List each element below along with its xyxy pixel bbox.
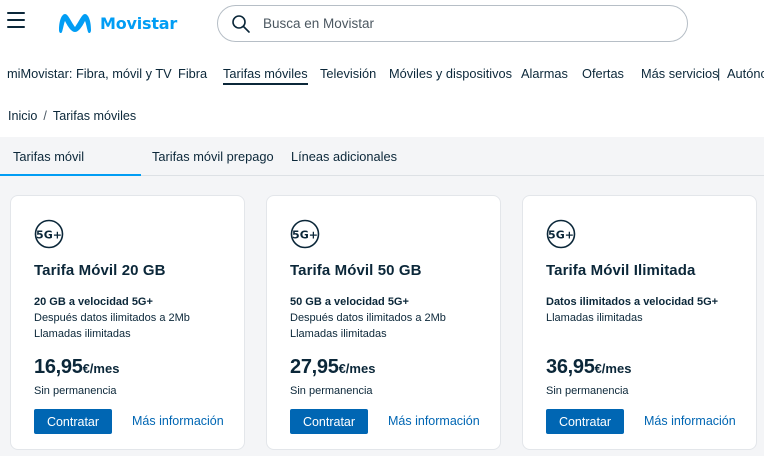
5g-plus-icon: 5G+ <box>34 219 64 249</box>
movistar-m-icon <box>59 14 91 34</box>
plan-feature: Llamadas ilimitadas <box>34 328 131 340</box>
search-icon[interactable] <box>231 14 251 34</box>
plan-feature: Después datos ilimitados a 2Mb <box>290 312 446 324</box>
plan-permanence: Sin permanencia <box>546 385 629 397</box>
breadcrumb-inicio[interactable]: Inicio <box>8 109 37 123</box>
tab-label: Tarifas móvil prepago <box>152 149 274 164</box>
plan-feature: 20 GB a velocidad 5G+ <box>34 296 153 308</box>
price-unit: €/mes <box>82 361 120 376</box>
nav-item-autonomos[interactable]: Autónc <box>727 66 764 81</box>
badge-label: 5G+ <box>36 229 62 242</box>
plan-title: Tarifa Móvil Ilimitada <box>546 262 696 279</box>
tab-lineas-adicionales[interactable]: Líneas adicionales <box>291 137 397 176</box>
price-unit: €/mes <box>338 361 376 376</box>
5g-plus-icon: 5G+ <box>546 219 576 249</box>
movistar-logo[interactable]: Movistar <box>56 9 177 37</box>
plan-feature: Datos ilimitados a velocidad 5G+ <box>546 296 719 308</box>
plan-features: Datos ilimitados a velocidad 5G+ Llamada… <box>546 294 718 326</box>
tab-movil-contrato[interactable]: Tarifas móvil contrato <box>0 137 141 203</box>
price-amount: 16,95 <box>34 356 83 378</box>
contratar-button[interactable]: Contratar <box>34 409 112 434</box>
nav-item-mimovistar[interactable]: miMovistar: Fibra, móvil y TV <box>7 66 172 81</box>
brand-name: Movistar <box>100 13 178 33</box>
plan-tabs: Tarifas móvil contrato Tarifas móvil pre… <box>0 137 764 203</box>
nav-item-ofertas[interactable]: Ofertas <box>582 66 624 81</box>
search-input[interactable] <box>263 16 643 31</box>
5g-plus-icon: 5G+ <box>290 219 320 249</box>
badge-label: 5G+ <box>548 229 574 242</box>
plan-title: Tarifa Móvil 50 GB <box>290 262 422 279</box>
nav-item-alarmas[interactable]: Alarmas <box>521 66 568 81</box>
nav-item-tarifas-moviles[interactable]: Tarifas móviles <box>223 66 308 85</box>
mas-informacion-link[interactable]: Más información <box>388 414 480 428</box>
badge-label: 5G+ <box>292 229 318 242</box>
contratar-button[interactable]: Contratar <box>290 409 368 434</box>
nav-item-television[interactable]: Televisión <box>320 66 376 81</box>
menu-icon[interactable] <box>7 12 25 28</box>
main-nav: miMovistar: Fibra, móvil y TV Fibra Tari… <box>0 60 764 88</box>
tab-movil-prepago[interactable]: Tarifas móvil prepago <box>152 137 274 176</box>
nav-item-mas-servicios[interactable]: Más servicios <box>641 66 719 81</box>
plan-price: 36,95€/mes <box>546 356 631 379</box>
plan-features: 50 GB a velocidad 5G+ Después datos ilim… <box>290 294 446 342</box>
mas-informacion-link[interactable]: Más información <box>132 414 224 428</box>
search-bar[interactable] <box>217 5 688 42</box>
mas-informacion-link[interactable]: Más información <box>644 414 736 428</box>
plan-card-20gb: 5G+ Tarifa Móvil 20 GB 20 GB a velocidad… <box>10 195 245 450</box>
plan-card-50gb: 5G+ Tarifa Móvil 50 GB 50 GB a velocidad… <box>266 195 501 450</box>
contratar-button[interactable]: Contratar <box>546 409 624 434</box>
plan-price: 16,95€/mes <box>34 356 119 379</box>
price-amount: 27,95 <box>290 356 339 378</box>
plan-permanence: Sin permanencia <box>290 385 373 397</box>
breadcrumb: Inicio / Tarifas móviles <box>8 109 136 123</box>
plan-title: Tarifa Móvil 20 GB <box>34 262 166 279</box>
price-unit: €/mes <box>594 361 632 376</box>
nav-item-fibra[interactable]: Fibra <box>178 66 207 81</box>
plan-feature: Llamadas ilimitadas <box>290 328 387 340</box>
nav-item-moviles-dispositivos[interactable]: Móviles y dispositivos <box>389 66 512 81</box>
nav-separator: | <box>717 66 721 81</box>
plan-feature: Después datos ilimitados a 2Mb <box>34 312 190 324</box>
plan-card-ilimitada: 5G+ Tarifa Móvil Ilimitada Datos ilimita… <box>522 195 757 450</box>
breadcrumb-current: Tarifas móviles <box>52 109 137 123</box>
price-amount: 36,95 <box>546 356 595 378</box>
plan-feature: Llamadas ilimitadas <box>546 312 643 324</box>
breadcrumb-separator: / <box>43 109 47 123</box>
plan-feature: 50 GB a velocidad 5G+ <box>290 296 409 308</box>
site-header: Movistar <box>0 0 764 46</box>
tab-label: Líneas adicionales <box>291 149 398 164</box>
plan-features: 20 GB a velocidad 5G+ Después datos ilim… <box>34 294 190 342</box>
plan-permanence: Sin permanencia <box>34 385 117 397</box>
plan-price: 27,95€/mes <box>290 356 375 379</box>
